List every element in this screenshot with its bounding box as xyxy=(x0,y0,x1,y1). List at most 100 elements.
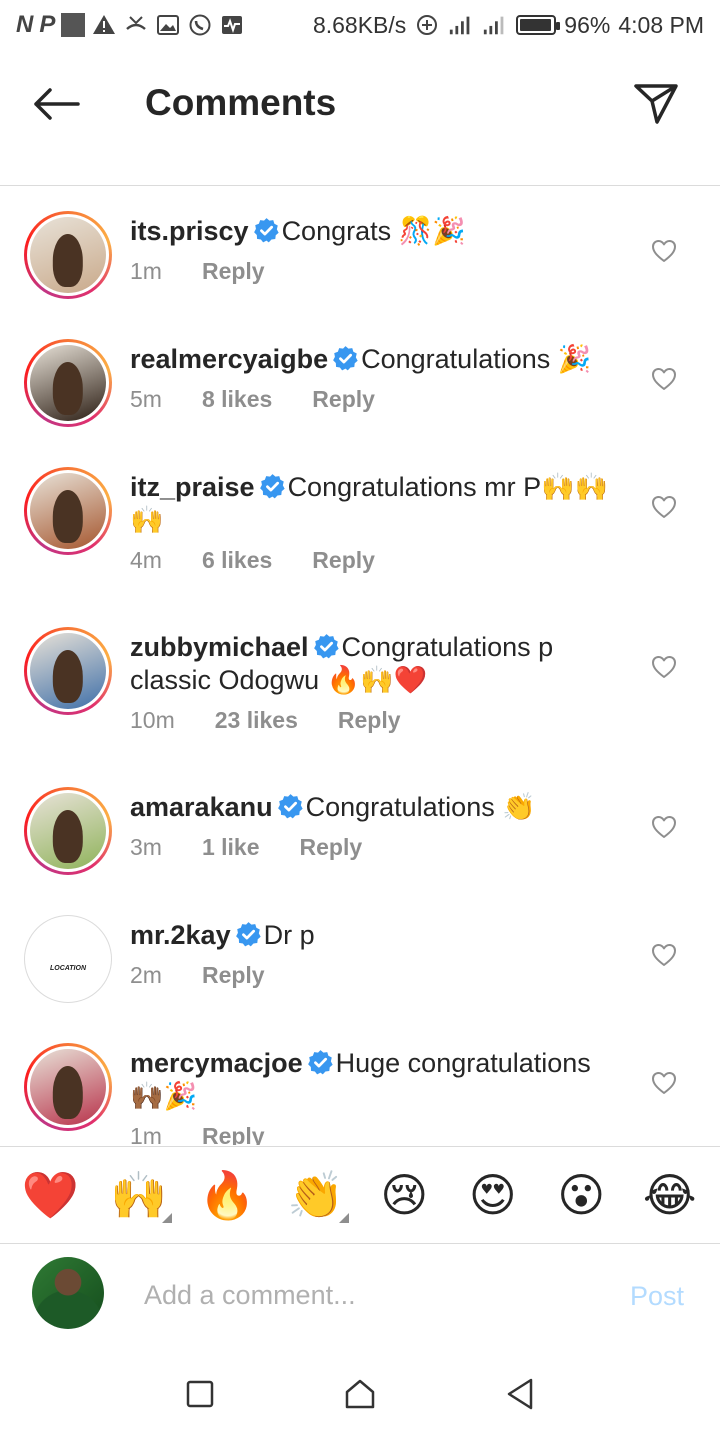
like-comment-button[interactable] xyxy=(648,939,680,971)
like-comment-button[interactable] xyxy=(648,363,680,395)
reply-button[interactable]: Reply xyxy=(202,962,265,989)
home-button[interactable] xyxy=(330,1364,390,1424)
battery-level-fill xyxy=(520,19,552,31)
missed-call-icon xyxy=(126,16,147,30)
comments-list[interactable]: its.priscy Congrats 🎊🎉 1m Reply realmercyaig… xyxy=(0,187,720,1145)
heart-eyes-emoji: 😍 xyxy=(468,1169,517,1221)
back-button[interactable] xyxy=(30,82,82,126)
reaction-raising-hands[interactable]: 🙌 xyxy=(104,1165,174,1225)
reaction-crying-face[interactable]: 😢 xyxy=(369,1165,439,1225)
commenter-avatar[interactable] xyxy=(24,339,112,427)
back-nav-button[interactable] xyxy=(490,1364,550,1424)
commenter-avatar[interactable] xyxy=(24,467,112,555)
comment-row: mercymacjoe Huge congratulations 🙌🏾🎉 1m Rep… xyxy=(0,1019,720,1145)
reaction-clapping-hands[interactable]: 👏 xyxy=(281,1165,351,1225)
skin-tone-indicator-icon xyxy=(338,1213,349,1223)
comment-meta: 1m Reply xyxy=(130,258,630,285)
recents-button[interactable] xyxy=(170,1364,230,1424)
reaction-fire[interactable]: 🔥 xyxy=(192,1165,262,1225)
reaction-red-heart[interactable]: ❤️ xyxy=(15,1165,85,1225)
like-comment-button[interactable] xyxy=(648,811,680,843)
comment-username[interactable]: zubbymichael xyxy=(130,632,309,662)
avatar-image xyxy=(30,473,106,549)
comment-text: Congratulations 👏 xyxy=(305,792,536,822)
avatar-frame xyxy=(27,214,109,296)
comment-username[interactable]: mercymacjoe xyxy=(130,1048,303,1078)
comment-content: itz_praise Congratulations mr P🙌🙌🙌 xyxy=(130,471,630,537)
reaction-surprised-face[interactable]: 😮 xyxy=(546,1165,616,1225)
reply-button[interactable]: Reply xyxy=(202,1123,265,1145)
comment-row: zubbymichael Congratulations p classic Od… xyxy=(0,603,720,763)
heart-outline-icon xyxy=(652,240,676,262)
crying-face-emoji: 😢 xyxy=(380,1169,429,1221)
commenter-avatar[interactable] xyxy=(24,787,112,875)
commenter-avatar[interactable] xyxy=(24,211,112,299)
reply-button[interactable]: Reply xyxy=(312,386,375,413)
comment-likes[interactable]: 1 like xyxy=(202,834,260,861)
heart-outline-icon xyxy=(652,656,676,678)
surprised-face-emoji: 😮 xyxy=(557,1169,606,1221)
comment-username[interactable]: mr.2kay xyxy=(130,920,231,950)
battery-icon xyxy=(516,15,561,35)
avatar-image xyxy=(30,345,106,421)
data-saver-icon xyxy=(417,15,438,35)
avatar-image xyxy=(30,793,106,869)
like-comment-button[interactable] xyxy=(648,491,680,523)
comment-username[interactable]: amarakanu xyxy=(130,792,273,822)
avatar-figure xyxy=(52,809,84,863)
like-comment-button[interactable] xyxy=(648,1067,680,1099)
comment-input[interactable] xyxy=(144,1273,584,1317)
comment-likes[interactable]: 23 likes xyxy=(215,707,298,734)
heart-outline-icon xyxy=(652,496,676,518)
comment-row: realmercyaigbe Congratulations 🎉 5m 8 likes… xyxy=(0,315,720,443)
comment-text: Dr p xyxy=(263,920,315,950)
commenter-avatar[interactable] xyxy=(24,627,112,715)
reply-button[interactable]: Reply xyxy=(312,547,375,574)
heart-outline-icon xyxy=(652,816,676,838)
comment-username[interactable]: itz_praise xyxy=(130,472,255,502)
avatar-figure xyxy=(52,1065,84,1119)
status-system-icons: 8.68KB/s 96% 4:08 PM xyxy=(313,12,704,39)
comment-likes[interactable]: 6 likes xyxy=(202,547,272,574)
comment-time: 1m xyxy=(130,1123,162,1145)
verified-badge-icon xyxy=(253,218,279,243)
reaction-heart-eyes[interactable]: 😍 xyxy=(458,1165,528,1225)
current-user-avatar xyxy=(32,1257,104,1329)
comment-body: its.priscy Congrats 🎊🎉 1m Reply xyxy=(130,215,630,285)
post-button[interactable]: Post xyxy=(630,1281,684,1312)
avatar-figure xyxy=(52,361,84,415)
comment-content: mercymacjoe Huge congratulations 🙌🏾🎉 xyxy=(130,1047,630,1113)
red-heart-emoji: ❤️ xyxy=(21,1169,79,1221)
commenter-avatar[interactable]: LOCATION xyxy=(24,915,112,1003)
verified-badge-icon xyxy=(277,794,303,819)
comment-time: 3m xyxy=(130,834,162,860)
comment-content: mr.2kay Dr p xyxy=(130,919,630,952)
comment-meta: 2m Reply xyxy=(130,962,630,989)
comment-meta: 4m 6 likes Reply xyxy=(130,547,630,574)
comment-likes[interactable]: 8 likes xyxy=(202,386,272,413)
raising-hands-emoji: 🙌 xyxy=(110,1169,168,1221)
comment-composer: Post xyxy=(0,1245,720,1347)
reply-button[interactable]: Reply xyxy=(202,258,265,285)
heart-outline-icon xyxy=(652,1072,676,1094)
comment-body: itz_praise Congratulations mr P🙌🙌🙌 4m 6 lik… xyxy=(130,471,630,574)
comment-content: amarakanu Congratulations 👏 xyxy=(130,791,630,824)
reply-button[interactable]: Reply xyxy=(300,834,363,861)
network-speed: 8.68KB/s xyxy=(312,11,407,38)
like-comment-button[interactable] xyxy=(648,235,680,267)
share-button[interactable] xyxy=(630,80,682,128)
avatar-figure xyxy=(52,489,84,543)
avatar-image xyxy=(30,1049,106,1125)
quick-reaction-bar: ❤️ 🙌 🔥 👏 😢 😍 😮 😂 xyxy=(0,1146,720,1244)
like-comment-button[interactable] xyxy=(648,651,680,683)
comment-body: mercymacjoe Huge congratulations 🙌🏾🎉 1m Rep… xyxy=(130,1047,630,1145)
reply-button[interactable]: Reply xyxy=(338,707,401,734)
comment-meta: 10m 23 likes Reply xyxy=(130,707,630,734)
commenter-avatar[interactable] xyxy=(24,1043,112,1131)
reaction-tears-of-joy[interactable]: 😂 xyxy=(635,1165,705,1225)
comment-username[interactable]: its.priscy xyxy=(130,216,249,246)
verified-badge-icon xyxy=(333,346,358,371)
comment-username[interactable]: realmercyaigbe xyxy=(130,344,328,374)
square-icon xyxy=(186,1380,214,1408)
whatsapp-icon xyxy=(189,14,211,36)
